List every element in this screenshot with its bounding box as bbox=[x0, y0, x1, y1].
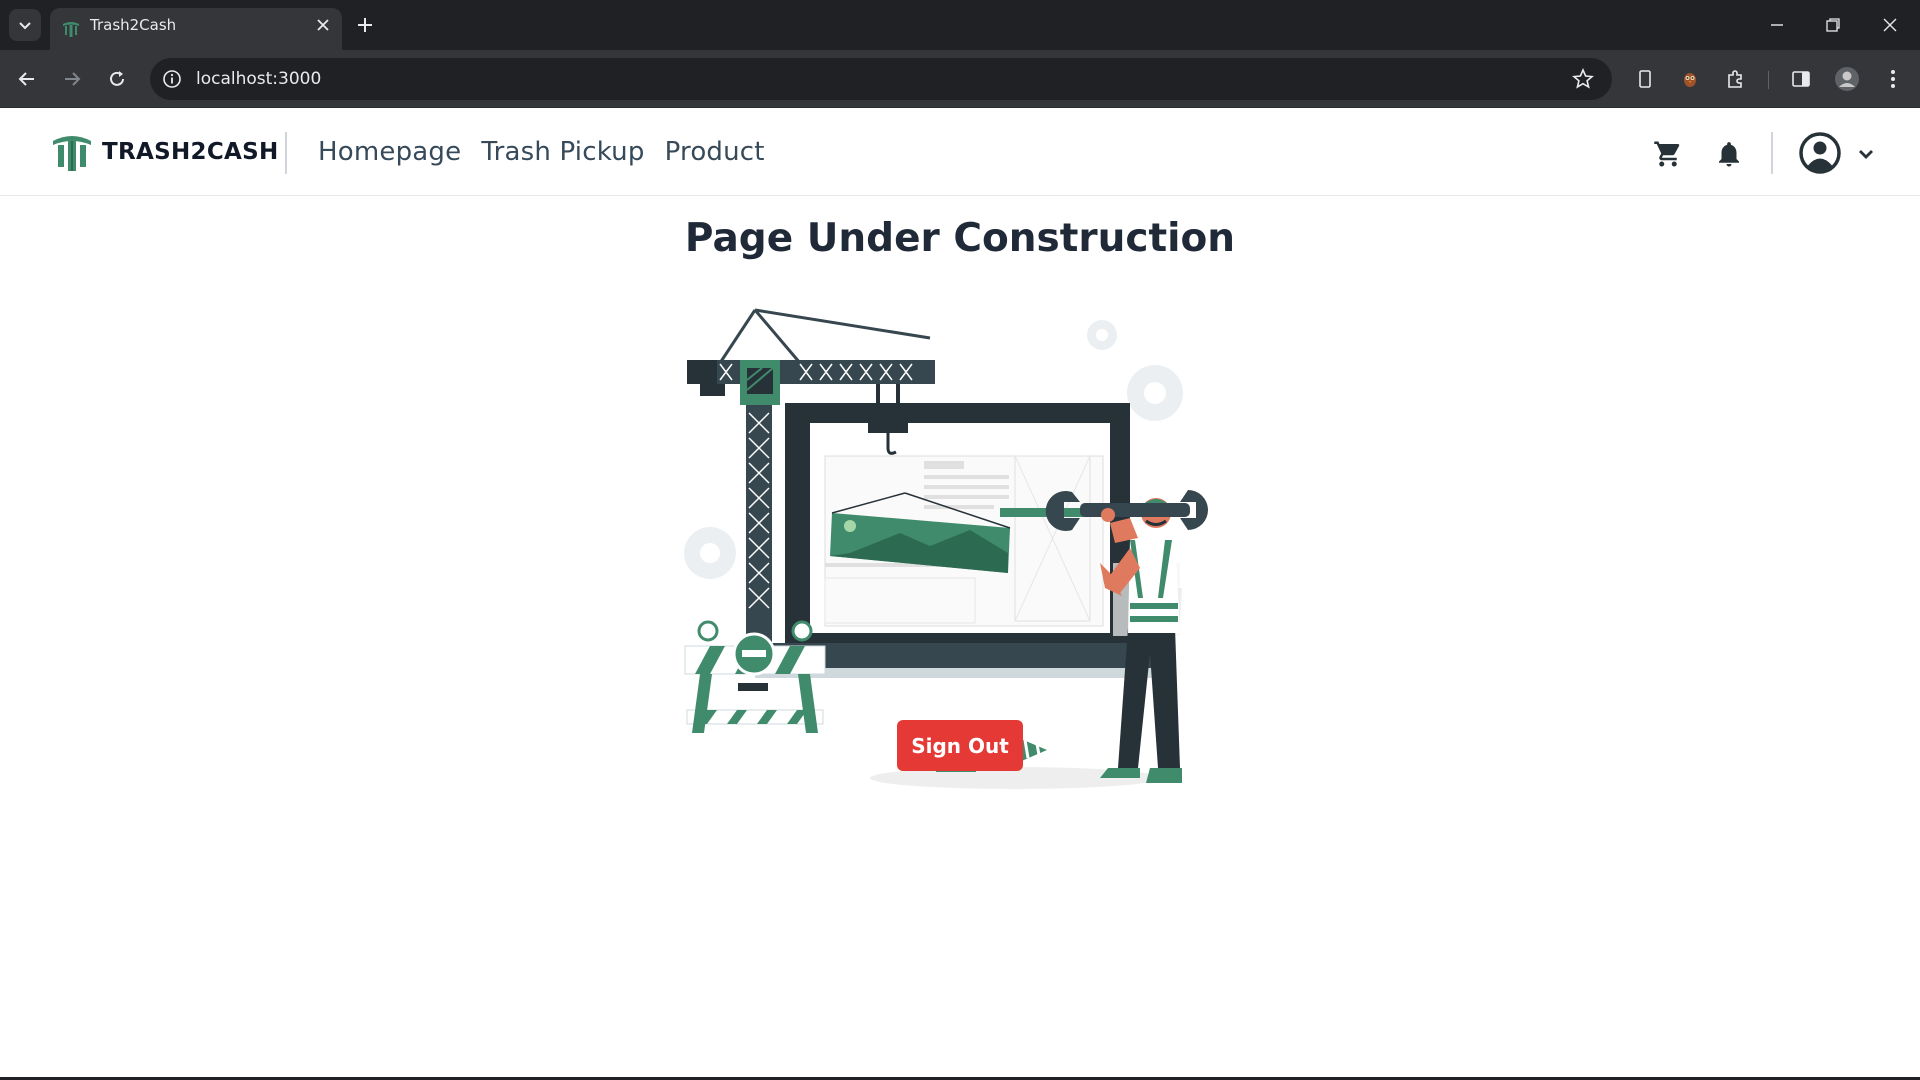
more-vert-icon bbox=[1891, 70, 1895, 88]
tab-title: Trash2Cash bbox=[90, 16, 177, 34]
toolbar-separator bbox=[1768, 71, 1769, 89]
browser-tab[interactable]: Trash2Cash bbox=[50, 8, 342, 50]
close-icon bbox=[1883, 18, 1897, 32]
side-panel-button[interactable] bbox=[1788, 66, 1814, 92]
arrow-left-icon bbox=[18, 72, 34, 86]
reload-icon bbox=[110, 71, 124, 86]
account-menu-toggle[interactable] bbox=[1848, 136, 1884, 172]
browser-tab-strip: Trash2Cash bbox=[0, 0, 1920, 50]
nav-link-product[interactable]: Product bbox=[665, 137, 765, 167]
extension-owl-button[interactable] bbox=[1677, 66, 1703, 92]
trash2cash-logo-icon bbox=[53, 136, 91, 171]
restore-window-button[interactable] bbox=[1820, 12, 1846, 38]
notifications-button[interactable] bbox=[1711, 136, 1747, 172]
page-content: TRASH2CASH Homepage Trash Pickup Product… bbox=[0, 108, 1920, 1080]
profile-button[interactable] bbox=[1834, 66, 1860, 92]
arrow-right-icon bbox=[65, 72, 81, 86]
nav-link-homepage[interactable]: Homepage bbox=[318, 137, 461, 167]
page-title: Page Under Construction bbox=[684, 216, 1236, 261]
trash2cash-favicon-icon bbox=[63, 22, 79, 37]
url-text[interactable]: localhost:3000 bbox=[196, 58, 321, 100]
account-button[interactable] bbox=[1797, 130, 1843, 176]
nav-link-trash-pickup[interactable]: Trash Pickup bbox=[481, 137, 644, 167]
reading-mode-button[interactable] bbox=[1632, 66, 1658, 92]
close-window-button[interactable] bbox=[1877, 12, 1903, 38]
owl-extension-icon bbox=[1684, 73, 1696, 87]
forward-button[interactable] bbox=[58, 65, 86, 93]
main-nav: Homepage Trash Pickup Product bbox=[318, 108, 785, 196]
cart-button[interactable] bbox=[1650, 136, 1686, 172]
reload-button[interactable] bbox=[103, 65, 131, 93]
bell-icon bbox=[1719, 142, 1739, 167]
chevron-down-icon bbox=[19, 22, 31, 30]
brand-logo-link[interactable]: TRASH2CASH bbox=[50, 132, 279, 172]
browser-menu-button[interactable] bbox=[1880, 66, 1906, 92]
bookmark-star-icon[interactable] bbox=[1572, 68, 1594, 90]
phone-icon bbox=[1639, 70, 1651, 88]
minimize-icon bbox=[1771, 24, 1783, 26]
address-bar[interactable]: localhost:3000 bbox=[150, 58, 1612, 100]
cart-icon bbox=[1654, 141, 1680, 167]
extensions-button[interactable] bbox=[1722, 66, 1748, 92]
close-tab-icon[interactable] bbox=[314, 16, 332, 34]
new-tab-icon[interactable] bbox=[354, 14, 376, 36]
browser-toolbar: localhost:3000 bbox=[0, 50, 1920, 108]
sign-out-button[interactable]: Sign Out bbox=[897, 720, 1023, 771]
restore-icon bbox=[1826, 18, 1840, 32]
chevron-down-icon bbox=[1859, 150, 1873, 159]
brand-name: TRASH2CASH bbox=[102, 139, 279, 165]
tab-search-button[interactable] bbox=[9, 9, 41, 41]
user-account-icon bbox=[1799, 132, 1841, 174]
puzzle-icon bbox=[1728, 70, 1742, 88]
header-icons-divider bbox=[1771, 132, 1773, 174]
site-info-icon[interactable] bbox=[162, 69, 182, 89]
header-divider bbox=[285, 132, 287, 174]
side-panel-icon bbox=[1792, 71, 1810, 87]
back-button[interactable] bbox=[13, 65, 41, 93]
minimize-window-button[interactable] bbox=[1764, 12, 1790, 38]
profile-avatar-icon bbox=[1835, 67, 1859, 91]
site-header: TRASH2CASH Homepage Trash Pickup Product bbox=[0, 108, 1920, 196]
